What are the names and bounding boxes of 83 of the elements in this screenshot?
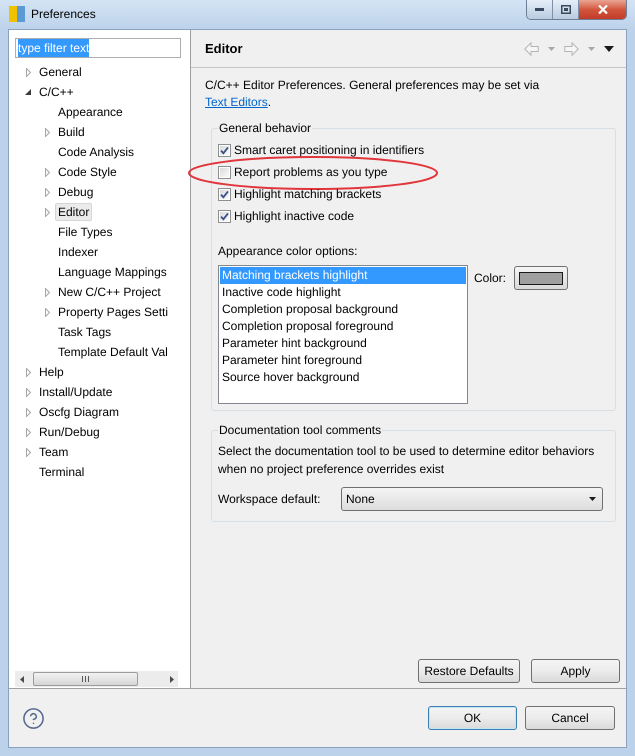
tree-item[interactable]: Indexer <box>55 243 102 261</box>
tree-item[interactable]: Task Tags <box>55 323 114 341</box>
expand-arrow-icon[interactable] <box>26 408 30 416</box>
color-options-list[interactable]: Matching brackets highlight Inactive code highlight Completion proposal background Completion proposal foreground Parameter hint background Parameter hint foreground Source hover background <box>218 265 468 404</box>
expand-arrow-icon[interactable] <box>44 168 50 176</box>
close-icon <box>598 5 608 14</box>
tree-item[interactable]: C/C++ <box>36 83 77 101</box>
expand-arrow-icon[interactable] <box>44 308 50 316</box>
tree-item[interactable]: Install/Update <box>36 383 116 401</box>
group-title: General behavior <box>218 121 312 136</box>
caret-down-icon <box>589 497 596 501</box>
expand-arrow-icon[interactable] <box>44 288 50 296</box>
workspace-default-label: Workspace default: <box>218 491 322 508</box>
color-button[interactable] <box>514 266 568 290</box>
ok-button[interactable]: OK <box>428 706 517 730</box>
checkmark-icon <box>220 212 229 220</box>
tree-item[interactable]: General <box>36 63 85 81</box>
tree-item[interactable]: File Types <box>55 223 116 241</box>
tree-item[interactable]: Code Analysis <box>55 143 138 161</box>
checkmark-icon <box>220 146 229 154</box>
minimize-button[interactable] <box>527 0 553 19</box>
tree-item[interactable]: Help <box>36 363 67 381</box>
list-item[interactable]: Inactive code highlight <box>220 284 466 301</box>
list-item[interactable]: Completion proposal background <box>220 301 466 318</box>
tree-item[interactable]: Debug <box>55 183 96 201</box>
restore-defaults-button[interactable]: Restore Defaults <box>418 659 520 683</box>
tree-item[interactable]: New C/C++ Project <box>55 283 164 301</box>
tree-item[interactable]: Template Default Val <box>55 343 171 361</box>
tree-item[interactable]: Language Mappings <box>55 263 170 281</box>
tree-item[interactable]: Editor <box>55 203 92 221</box>
close-button[interactable] <box>579 0 626 19</box>
minimize-icon <box>535 8 544 11</box>
list-item[interactable]: Completion proposal foreground <box>220 318 466 335</box>
maximize-button[interactable] <box>553 0 579 19</box>
checkbox-label: Smart caret positioning in identifiers <box>234 142 424 159</box>
expand-arrow-icon[interactable] <box>44 188 50 196</box>
scrollbar-thumb[interactable] <box>33 672 138 686</box>
expand-arrow-icon[interactable] <box>44 208 50 216</box>
page-title: Editor <box>205 40 243 58</box>
expand-arrow-icon[interactable] <box>26 448 30 456</box>
tree-item[interactable]: Oscfg Diagram <box>36 403 122 421</box>
expand-arrow-icon[interactable] <box>26 368 30 376</box>
tree-item[interactable]: Appearance <box>55 103 126 121</box>
expand-arrow-icon[interactable] <box>26 68 30 76</box>
appearance-label: Appearance color options: <box>218 244 358 259</box>
checkbox-label: Report problems as you type <box>234 164 388 181</box>
expand-arrow-icon[interactable] <box>26 428 30 436</box>
tree-item[interactable]: Code Style <box>55 163 120 181</box>
checkbox[interactable] <box>218 166 231 178</box>
tree-item[interactable]: Build <box>55 123 88 141</box>
checkmark-icon <box>220 190 229 198</box>
checkbox-label: Highlight matching brackets <box>234 186 382 203</box>
help-icon[interactable] <box>22 706 45 730</box>
list-item[interactable]: Source hover background <box>220 369 466 386</box>
preferences-link[interactable]: Text Editors <box>205 95 268 109</box>
tree-item[interactable]: Terminal <box>36 463 88 481</box>
checkbox[interactable] <box>218 144 231 156</box>
expanded-arrow-icon[interactable] <box>25 89 31 95</box>
scroll-left-arrow-icon[interactable] <box>20 676 24 682</box>
group-title: Documentation tool comments <box>218 423 382 438</box>
list-item[interactable]: Parameter hint foreground <box>220 352 466 369</box>
restore-window-icon <box>560 5 570 14</box>
color-label: Color: <box>474 271 506 286</box>
app-icon <box>9 6 25 22</box>
expand-arrow-icon[interactable] <box>26 388 30 396</box>
horizontal-scrollbar[interactable] <box>15 671 178 687</box>
window-title: Preferences <box>31 6 96 23</box>
description-text: C/C++ Editor Preferences. General preferences may be set via Text Editors. <box>205 77 540 111</box>
scroll-right-arrow-icon[interactable] <box>170 676 174 682</box>
expand-arrow-icon[interactable] <box>44 128 50 136</box>
workspace-default-dropdown[interactable]: None <box>341 487 603 511</box>
checkbox[interactable] <box>218 210 231 222</box>
cancel-button[interactable]: Cancel <box>525 706 615 730</box>
tree-item[interactable]: Run/Debug <box>36 423 103 441</box>
documentation-text: Select the documentation tool to be used to determine editor behaviors when no project preference overrides exist <box>218 443 596 478</box>
checkbox[interactable] <box>218 188 231 200</box>
list-item[interactable]: Parameter hint background <box>220 335 466 352</box>
checkbox-label: Highlight inactive code <box>234 208 354 225</box>
apply-button[interactable]: Apply <box>531 659 620 683</box>
view-menu-icon[interactable] <box>604 46 614 52</box>
grip-icon <box>82 676 89 682</box>
tree-item[interactable]: Property Pages Setti <box>55 303 172 321</box>
tree-item[interactable]: Team <box>36 443 72 461</box>
